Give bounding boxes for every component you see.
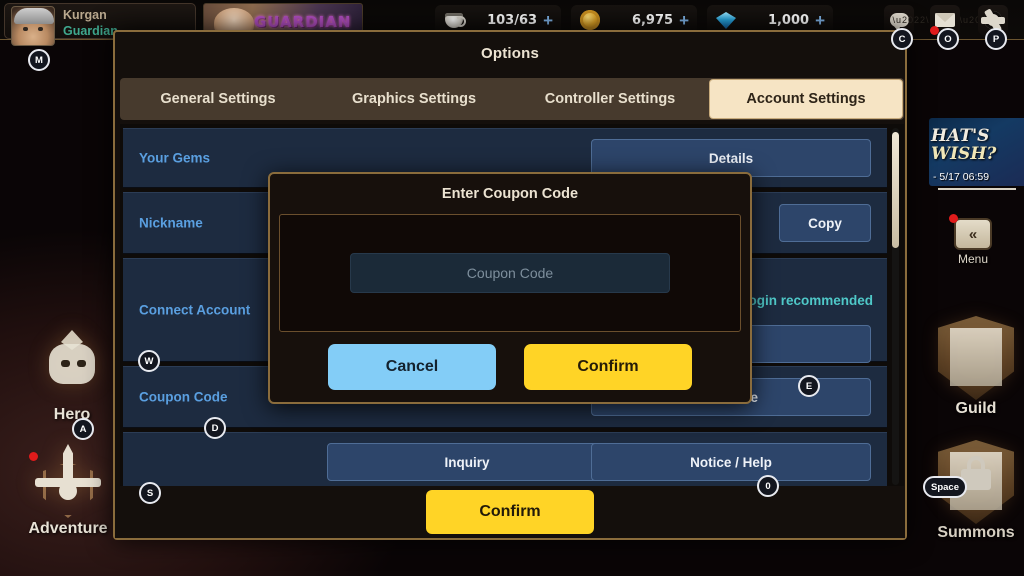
menu-collapse-button[interactable]: «: [954, 218, 992, 250]
key-hint-c: C: [891, 28, 913, 50]
key-hint-m: M: [28, 49, 50, 71]
coupon-modal: Enter Coupon Code Coupon Code Cancel Con…: [268, 172, 752, 404]
add-energy-button[interactable]: +: [543, 12, 553, 29]
guild-crest-icon: [938, 316, 1014, 400]
gold-coin-icon: [579, 9, 601, 31]
adventure-notification-dot: [29, 452, 38, 461]
tab-general-settings[interactable]: General Settings: [122, 80, 314, 118]
adventure-sword-icon: [29, 442, 107, 520]
coupon-cancel-button[interactable]: Cancel: [328, 344, 496, 390]
nickname-copy-button[interactable]: Copy: [779, 204, 871, 242]
key-hint-e: E: [798, 375, 820, 397]
tab-controller-settings[interactable]: Controller Settings: [514, 80, 706, 118]
add-gold-button[interactable]: +: [679, 12, 689, 29]
character-name: Kurgan: [63, 8, 107, 22]
coupon-modal-content: Coupon Code: [279, 214, 741, 332]
gem-value: 1,000: [767, 12, 810, 28]
avatar: [11, 6, 55, 46]
coffee-cup-icon: [443, 9, 465, 31]
banner-divider: [938, 188, 1016, 190]
key-hint-s: S: [139, 482, 161, 504]
key-hint-a: A: [72, 418, 94, 440]
options-footer: Confirm: [115, 486, 905, 538]
key-hint-d: D: [204, 417, 226, 439]
energy-value: 103/63: [487, 12, 538, 28]
tab-graphics-settings[interactable]: Graphics Settings: [318, 80, 510, 118]
key-hint-w: W: [138, 350, 160, 372]
gem-icon: [715, 9, 737, 31]
menu-notification-dot: [949, 214, 958, 223]
coupon-confirm-button[interactable]: Confirm: [524, 344, 692, 390]
key-hint-space: Space: [923, 476, 967, 498]
gold-value: 6,975: [631, 12, 674, 28]
event-banner-timer: - 5/17 06:59: [933, 171, 990, 183]
key-hint-o: O: [937, 28, 959, 50]
nickname-label: Nickname: [139, 215, 203, 231]
key-hint-0: 0: [757, 475, 779, 497]
inquiry-button[interactable]: Inquiry: [327, 443, 607, 481]
banner-title: GUARDIAN: [254, 13, 352, 31]
coupon-code-input[interactable]: Coupon Code: [350, 253, 670, 293]
options-tabbar: General Settings Graphics Settings Contr…: [120, 78, 904, 120]
coupon-modal-title: Enter Coupon Code: [441, 186, 579, 202]
notice-help-button[interactable]: Notice / Help: [591, 443, 871, 481]
menu-button-wrapper: « Menu: [952, 218, 994, 266]
connect-account-label: Connect Account: [139, 302, 251, 318]
hero-icon: [37, 330, 107, 406]
tab-account-settings[interactable]: Account Settings: [710, 80, 902, 118]
add-gems-button[interactable]: +: [815, 12, 825, 29]
options-title: Options: [480, 45, 540, 62]
connect-account-note: ogin recommended: [748, 293, 873, 308]
scrollbar-thumb[interactable]: [892, 132, 899, 248]
coupon-modal-actions: Cancel Confirm: [270, 344, 750, 390]
your-gems-label: Your Gems: [139, 150, 211, 166]
key-hint-p: P: [985, 28, 1007, 50]
game-screen: Kurgan Guardian M GUARDIAN 103/63 + 6,97…: [0, 0, 1024, 576]
cats-wish-event-banner[interactable]: HAT'S WISH? - 5/17 06:59: [929, 118, 1024, 186]
options-confirm-button[interactable]: Confirm: [426, 490, 594, 534]
summons-label: Summons: [937, 524, 1015, 541]
sidebar-item-guild[interactable]: Guild: [922, 316, 1024, 418]
menu-label: Menu: [957, 252, 989, 266]
settings-scrollbar[interactable]: [892, 128, 899, 485]
event-banner-line2: WISH?: [931, 144, 997, 164]
event-banner-line1: HAT'S: [931, 126, 990, 146]
guild-label: Guild: [955, 400, 997, 417]
coupon-code-label: Coupon Code: [139, 389, 228, 405]
